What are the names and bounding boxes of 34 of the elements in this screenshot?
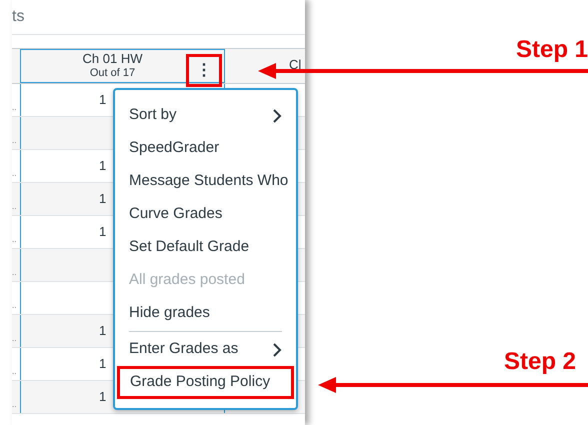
student-cell: .. <box>12 302 16 310</box>
student-cell: .. <box>12 236 16 244</box>
score-cell-text: 1 <box>99 223 106 242</box>
menu-item[interactable]: SpeedGrader <box>115 132 296 165</box>
score-cell-text: 1 <box>99 322 106 340</box>
student-cell: .. <box>12 137 16 145</box>
column-title: Cl <box>289 57 302 72</box>
menu-item[interactable]: Hide grades <box>115 297 296 330</box>
student-cell: .. <box>12 104 16 112</box>
score-cell-text: 1 <box>99 190 106 208</box>
score-cell-text: 1 <box>99 355 106 374</box>
student-cell: .. <box>12 401 16 409</box>
student-cell: .. <box>12 368 16 376</box>
menu-item[interactable]: Curve Grades <box>115 198 296 231</box>
menu-item[interactable]: Grade Posting Policy <box>117 366 294 399</box>
page-heading: ts <box>12 7 24 27</box>
column-title: Ch 01 HW <box>82 51 144 68</box>
student-cell: .. <box>12 170 16 178</box>
score-cell-text: 1 <box>99 388 106 406</box>
student-cell: .. <box>12 269 16 277</box>
score-cell-text: 1 <box>99 91 106 110</box>
column-subtitle: Out of 17 <box>90 67 136 81</box>
chevron-right-icon <box>272 342 282 358</box>
step-label: Step 1 <box>516 38 588 62</box>
student-cell: .. <box>12 335 16 343</box>
column-menu-button[interactable]: ⋮ <box>186 54 222 87</box>
step-label: Step 2 <box>504 350 576 374</box>
menu-item[interactable]: Sort by <box>115 99 296 132</box>
student-cell: .. <box>12 203 16 211</box>
score-cell-text: 1 <box>99 157 106 176</box>
menu-item[interactable]: Set Default Grade <box>115 231 296 264</box>
menu-item[interactable]: Enter Grades as <box>115 333 296 366</box>
chevron-right-icon <box>272 108 282 124</box>
menu-item[interactable]: Message Students Who <box>115 165 296 198</box>
